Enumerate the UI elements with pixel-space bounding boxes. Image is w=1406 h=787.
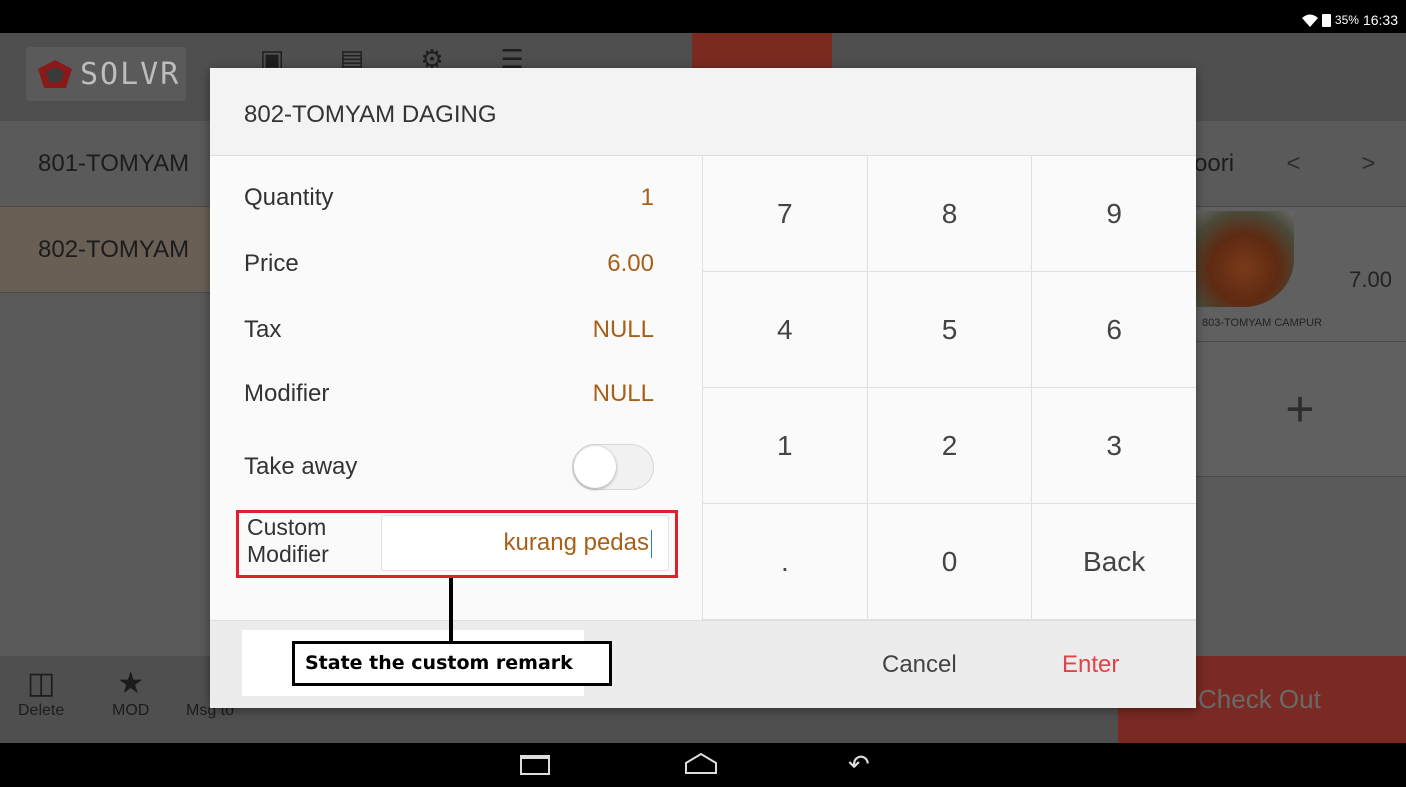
category-label[interactable]: oori <box>1194 150 1256 178</box>
menu-item-name: 803-TOMYAM CAMPUR <box>1202 317 1323 329</box>
logo-text: SOLVR <box>80 56 181 92</box>
star-icon: ★ <box>117 667 145 700</box>
menu-item-image <box>1194 211 1294 307</box>
key-3[interactable]: 3 <box>1031 388 1196 504</box>
modifier-row[interactable]: Modifier NULL <box>244 380 654 408</box>
key-0[interactable]: 0 <box>866 504 1032 620</box>
custom-label-line1: Custom <box>247 514 327 540</box>
tax-value[interactable]: NULL <box>593 316 654 344</box>
key-1[interactable]: 1 <box>702 388 867 504</box>
annotation-callout: State the custom remark <box>292 641 612 686</box>
mod-label: MOD <box>112 702 150 719</box>
menu-item-card[interactable]: 7.00 803-TOMYAM CAMPUR <box>1194 207 1406 342</box>
tax-label: Tax <box>244 316 282 343</box>
status-icons: 35% 16:33 <box>1301 12 1398 28</box>
tax-row[interactable]: Tax NULL <box>244 316 654 344</box>
custom-label-line2: Modifier <box>247 541 329 567</box>
order-item-selected[interactable]: 802-TOMYAM <box>0 207 210 293</box>
mod-button[interactable]: ★ MOD <box>112 666 149 720</box>
price-row[interactable]: Price 6.00 <box>244 250 654 278</box>
wifi-icon <box>1301 14 1318 27</box>
quantity-value[interactable]: 1 <box>641 184 654 212</box>
status-bar: 35% 16:33 <box>0 8 1406 33</box>
custom-modifier-highlight: Custom Modifier kurang pedas <box>236 510 678 578</box>
table-badge <box>692 33 832 73</box>
battery-level: 35% <box>1334 13 1359 27</box>
key-9[interactable]: 9 <box>1031 156 1196 272</box>
dialog-title: 802-TOMYAM DAGING <box>210 68 1196 156</box>
system-nav-bar: ↶ <box>0 743 1406 787</box>
trash-icon: ◫ <box>26 667 56 700</box>
key-8[interactable]: 8 <box>866 156 1032 272</box>
key-6[interactable]: 6 <box>1031 272 1196 388</box>
menu-panel: oori < > 7.00 803-TOMYAM CAMPUR + <box>1194 121 1406 656</box>
chevron-right-icon[interactable]: > <box>1331 150 1406 178</box>
key-5[interactable]: 5 <box>866 272 1032 388</box>
numeric-keypad: 7 8 9 4 5 6 1 2 3 . 0 Back <box>702 156 1196 620</box>
price-label: Price <box>244 250 299 277</box>
category-bar: oori < > <box>1194 121 1406 207</box>
cancel-button[interactable]: Cancel <box>882 651 957 679</box>
toggle-knob <box>574 446 616 488</box>
key-7[interactable]: 7 <box>702 156 867 272</box>
custom-modifier-value: kurang pedas <box>503 529 649 556</box>
back-icon[interactable]: ↶ <box>848 749 870 780</box>
screen: 35% 16:33 SOLVR ▣ ▤ ⚙ ☰ 801-TOMYAM 802-T… <box>0 0 1406 787</box>
item-edit-dialog: 802-TOMYAM DAGING Quantity 1 Price 6.00 … <box>210 68 1196 708</box>
custom-modifier-input[interactable]: kurang pedas <box>381 515 669 571</box>
takeaway-row: Take away <box>244 444 654 490</box>
modifier-label: Modifier <box>244 380 330 407</box>
home-icon[interactable] <box>684 751 718 777</box>
chevron-left-icon[interactable]: < <box>1256 150 1331 178</box>
order-list: 801-TOMYAM 802-TOMYAM <box>0 121 210 656</box>
key-4[interactable]: 4 <box>702 272 867 388</box>
annotation-pointer <box>449 578 453 643</box>
delete-button[interactable]: ◫ Delete <box>18 666 64 720</box>
price-value[interactable]: 6.00 <box>607 250 654 278</box>
key-2[interactable]: 2 <box>866 388 1032 504</box>
enter-button[interactable]: Enter <box>1062 651 1119 679</box>
order-item[interactable]: 801-TOMYAM <box>0 121 210 207</box>
brand-logo: SOLVR <box>26 47 186 101</box>
battery-icon <box>1321 13 1331 27</box>
menu-item-price: 7.00 <box>1349 267 1392 292</box>
takeaway-label: Take away <box>244 453 358 480</box>
delete-label: Delete <box>18 702 65 719</box>
key-back[interactable]: Back <box>1031 504 1196 620</box>
key-dot[interactable]: . <box>702 504 867 620</box>
clock: 16:33 <box>1362 12 1398 28</box>
logo-mark-icon <box>38 60 72 88</box>
quantity-row[interactable]: Quantity 1 <box>244 184 654 212</box>
recent-apps-icon[interactable] <box>520 755 550 775</box>
custom-modifier-label: Custom Modifier <box>247 514 329 568</box>
modifier-value[interactable]: NULL <box>593 380 654 408</box>
takeaway-toggle[interactable] <box>572 444 654 490</box>
add-item-button[interactable]: + <box>1194 342 1406 477</box>
text-caret <box>651 529 652 558</box>
quantity-label: Quantity <box>244 184 334 211</box>
